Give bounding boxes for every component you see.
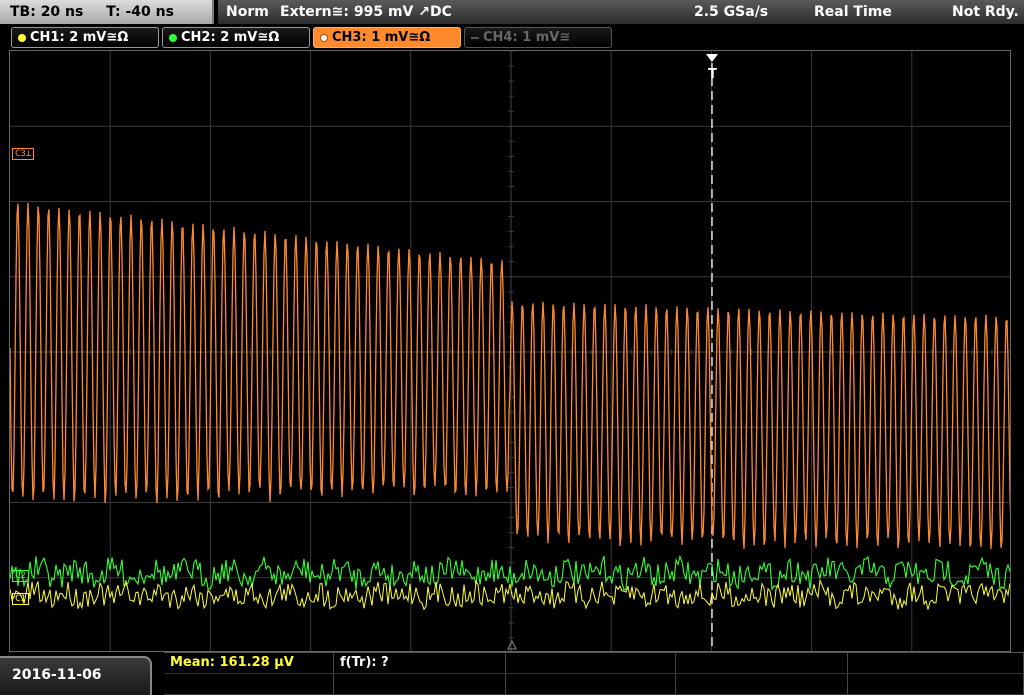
timebase-label: TB: 20 ns	[10, 4, 84, 20]
measurement-slot-8[interactable]	[506, 674, 676, 695]
acquisition-mode: Real Time	[814, 4, 892, 20]
measurement-frequency[interactable]: f(Tr): ?	[334, 653, 506, 674]
timebase-box[interactable]: TB: 20 ns T: -40 ns	[0, 0, 214, 24]
measurement-slot-4[interactable]	[676, 653, 848, 674]
ch2-color-dot	[169, 34, 177, 42]
measurement-slot-6[interactable]	[164, 674, 334, 695]
ch4-off-dash	[471, 37, 479, 39]
ch1-offset-marker[interactable]: C1	[12, 593, 29, 605]
tab-ch3[interactable]: CH3: 1 mV≅Ω	[313, 27, 461, 48]
tab-ch2[interactable]: CH2: 2 mV≅Ω	[162, 27, 310, 48]
horizontal-center-icon	[507, 639, 517, 650]
measurement-slot-10[interactable]	[848, 674, 1024, 695]
mean-value: Mean: 161.28 µV	[170, 655, 294, 670]
top-status-bar: TB: 20 ns T: -40 ns Norm Extern≅: 995 mV…	[0, 0, 1024, 24]
ch4-label: CH4: 1 mV≅	[483, 30, 571, 45]
tab-ch1[interactable]: CH1: 2 mV≅Ω	[11, 27, 159, 48]
measurement-slot-3[interactable]	[506, 653, 676, 674]
bottom-bar: 2016-11-06 17:02 Mean: 161.28 µV f(Tr): …	[0, 652, 1024, 695]
acquisition-status[interactable]: Norm Extern≅: 995 mV ↗DC 2.5 GSa/s Real …	[218, 0, 1024, 24]
measurement-panel[interactable]: Mean: 161.28 µV f(Tr): ?	[164, 652, 1024, 695]
ch3-label: CH3: 1 mV≅Ω	[332, 30, 431, 45]
ch2-label: CH2: 2 mV≅Ω	[181, 30, 280, 45]
ch1-color-dot	[18, 34, 26, 42]
trigger-source: Extern≅: 995 mV ↗DC	[280, 4, 452, 20]
trigger-time-label: T: -40 ns	[106, 4, 174, 20]
frequency-value: f(Tr): ?	[340, 655, 389, 670]
waveform-display[interactable]: T C3⊥ C2 C1	[9, 50, 1011, 652]
ch1-label: CH1: 2 mV≅Ω	[30, 30, 129, 45]
run-state: Not Rdy.	[952, 4, 1019, 20]
ch2-offset-marker[interactable]: C2	[12, 570, 29, 582]
tab-ch4[interactable]: CH4: 1 mV≅	[464, 27, 612, 48]
ch3-marker-label: C3	[15, 149, 26, 159]
date-time: 2016-11-06 17:02	[0, 656, 152, 695]
ch1-marker-label: C1	[15, 594, 26, 604]
sample-rate: 2.5 GSa/s	[694, 4, 769, 20]
measurement-slot-5[interactable]	[848, 653, 1024, 674]
trigger-position-icon	[706, 54, 718, 62]
trigger-marker-label: T	[708, 67, 717, 82]
waveform-canvas[interactable]: T	[10, 51, 1011, 652]
channel-tabs: CH1: 2 mV≅Ω CH2: 2 mV≅Ω CH3: 1 mV≅Ω CH4:…	[0, 24, 1024, 50]
trigger-mode: Norm	[226, 4, 269, 20]
measurement-mean[interactable]: Mean: 161.28 µV	[164, 653, 334, 674]
ch2-marker-label: C2	[15, 571, 26, 581]
measurement-slot-9[interactable]	[676, 674, 848, 695]
measurement-slot-7[interactable]	[334, 674, 506, 695]
ch3-offset-marker[interactable]: C3⊥	[12, 148, 35, 160]
ch3-color-dot	[320, 34, 328, 42]
